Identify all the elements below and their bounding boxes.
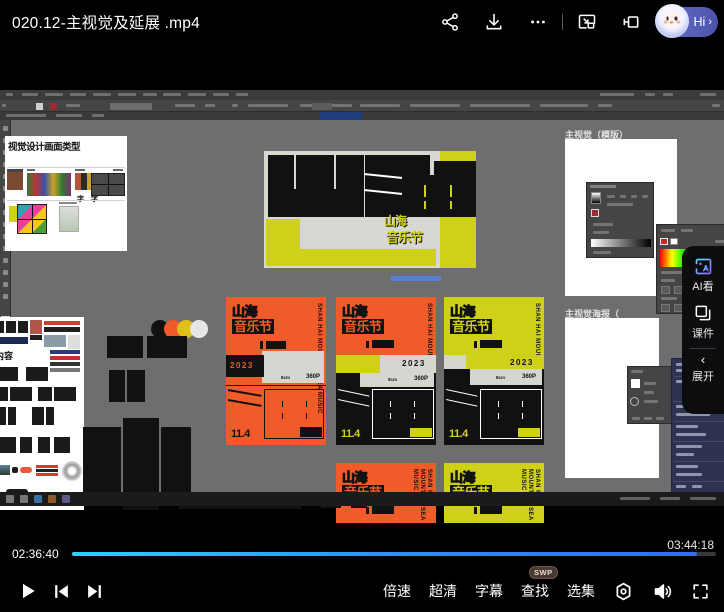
app-menu-bar [0,90,724,100]
doc-visual-types-title: 视觉设计画面类型 [8,139,80,153]
poster-meta-left: 8cm [281,375,290,380]
avatar-greeting: Hi [694,15,706,29]
fullscreen-icon[interactable] [691,582,710,601]
poster-date: 11.4 [231,428,250,440]
poster-meta-right: 360P [306,374,320,380]
toolbar-divider [562,14,563,30]
selection-bar[interactable] [391,276,441,281]
mockup-group-b[interactable] [147,336,187,358]
poster-brand-line1: 山海 [232,305,257,318]
poster-year: 2023 [230,361,254,370]
mockup-group-d[interactable] [127,370,145,402]
artboard-brand-line2: 音乐节 [386,231,422,245]
next-button[interactable] [85,582,104,601]
doc-visual-types[interactable]: 视觉设计画面类型 字 字 [5,136,127,251]
doc-main-visual-artboard[interactable]: 山海 音乐节 [264,151,476,268]
panel-gradient[interactable] [586,182,654,258]
ai-frame-icon [692,255,714,277]
video-player-page: 020.12-主视觉及延展 .mp4 [0,0,724,612]
poster-meta-left: 8cm [388,377,397,382]
mockup-group-c[interactable] [109,370,125,402]
ai-watch-button[interactable]: AI看 [682,255,724,294]
poster-year: 2023 [402,359,426,368]
document-tab-active[interactable] [320,112,362,120]
expand-button[interactable]: ‹ 展开 [682,353,724,384]
total-time: 03:44:18 [667,538,714,552]
chevron-left-icon: ‹ [701,353,705,367]
current-time: 02:36:40 [12,547,72,561]
play-button[interactable] [18,581,38,601]
poster-brand-line2: 音乐节 [232,319,274,334]
avatar[interactable]: Hi › [657,7,718,37]
poster-orange[interactable]: 山海 音乐节 SHAN HAI MOUNTAIN SEA MUSIC 2023 … [226,297,326,445]
courseware-button[interactable]: 课件 [682,302,724,341]
poster-meta-right: 360P [414,376,428,382]
top-bar: 020.12-主视觉及延展 .mp4 [0,0,724,44]
video-title: 020.12-主视觉及延展 .mp4 [12,11,200,33]
poster-meta-right: 360P [522,374,536,380]
cast-icon[interactable] [609,0,653,44]
doc-moodboard[interactable]: 内容 [0,317,84,510]
volume-icon[interactable] [652,581,673,602]
ai-dock[interactable]: AI看 课件 ‹ 展开 [682,246,724,414]
swp-badge: SWP [529,566,558,579]
previous-button[interactable] [52,582,71,601]
share-icon[interactable] [428,0,472,44]
illustrator-canvas[interactable]: 视觉设计画面类型 字 字 [11,120,724,506]
poster-brand-line2: 音乐节 [342,319,384,334]
progress-bar-row[interactable]: 02:36:40 [0,538,724,570]
top-actions: Hi › [428,0,724,44]
poster-brand-line1: 山海 [450,305,475,318]
poster-brand-line2: 音乐节 [450,319,492,334]
mockup-group-a[interactable] [107,336,143,358]
poster-black-yellow[interactable]: 山海 音乐节 SHAN HAI MOUNTAIN SEA MUSIC 2023 … [444,297,544,445]
control-bar: 倍速 超清 字幕 SWP 查找 选集 [0,570,724,612]
speed-button[interactable]: 倍速 [383,581,411,601]
document-tab-strip[interactable] [0,112,724,120]
swatch-white[interactable] [190,320,208,338]
courseware-label: 课件 [692,325,714,341]
quality-button[interactable]: 超清 [429,581,457,601]
search-button-label: 查找 [521,583,549,599]
poster-year: 2023 [510,358,534,367]
settings-icon[interactable] [613,581,634,602]
poster-brand-line1: 山海 [342,471,367,484]
chevron-right-icon: › [708,16,712,28]
poster-date: 11.4 [341,428,360,440]
search-button[interactable]: SWP 查找 [521,581,549,601]
panel-layers[interactable] [627,366,677,424]
pip-icon[interactable] [565,0,609,44]
mockup-group-g[interactable] [161,427,191,501]
episodes-button[interactable]: 选集 [567,581,595,601]
expand-label: 展开 [692,368,714,384]
right-controls: 倍速 超清 字幕 SWP 查找 选集 [383,581,710,602]
more-icon[interactable] [516,0,560,44]
download-icon[interactable] [472,0,516,44]
copy-icon [692,302,714,324]
app-options-bar [0,100,724,112]
ai-watch-label: AI看 [692,278,713,294]
poster-brand-line1: 山海 [342,305,367,318]
poster-brand-line1: 山海 [450,471,475,484]
seek-bar-fill [72,552,697,556]
screen-recording-illustrator: 视觉设计画面类型 字 字 [0,90,724,506]
poster-date: 11.4 [449,428,468,440]
poster-black-orange[interactable]: 山海 音乐节 SHAN HAI MOUNTAIN SEA MUSIC 2023 … [336,297,436,445]
seek-bar[interactable] [72,552,716,556]
poster-meta-left: 8cm [496,375,505,380]
video-stage[interactable]: 视觉设计画面类型 字 字 [0,44,724,538]
transport-controls [18,581,104,601]
os-taskbar[interactable] [0,492,724,506]
avatar-image [655,4,689,38]
artboard-brand-line1: 山海 [384,215,406,228]
subtitle-button[interactable]: 字幕 [475,581,503,601]
dock-divider [690,348,716,349]
